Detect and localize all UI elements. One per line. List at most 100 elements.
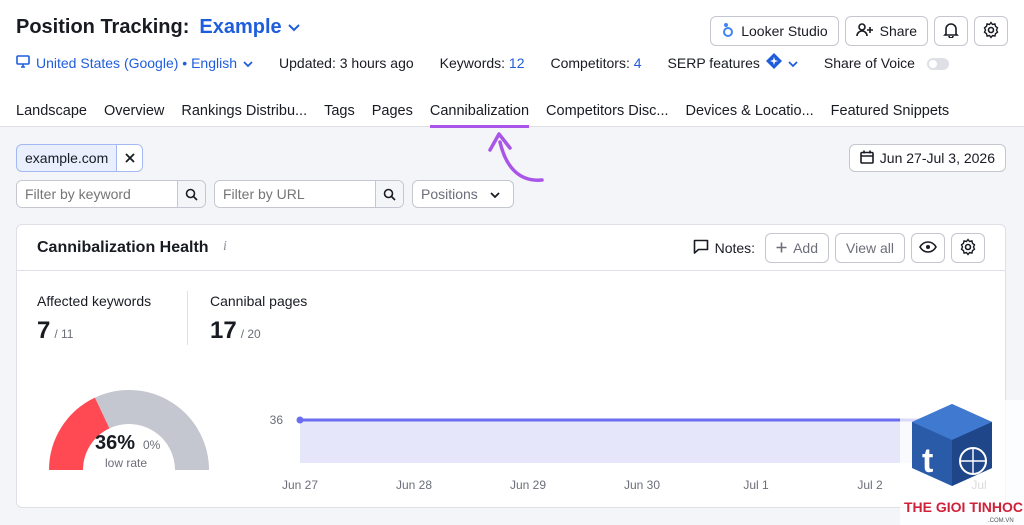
add-note-button[interactable]: Add bbox=[765, 233, 829, 263]
location-selector[interactable]: United States (Google) • English bbox=[16, 55, 253, 71]
gear-icon bbox=[959, 237, 977, 259]
x-tick-label: Jul 2 bbox=[857, 478, 883, 492]
serp-features-label: SERP features bbox=[667, 54, 760, 71]
search-icon[interactable] bbox=[177, 181, 205, 207]
close-icon[interactable] bbox=[116, 145, 143, 171]
top-bar: Position Tracking: Example Looker Studio… bbox=[0, 0, 1024, 128]
cannibalization-health-card: Cannibalization Health i Notes: Add View… bbox=[16, 224, 1006, 508]
share-label: Share bbox=[879, 23, 917, 39]
visibility-button[interactable] bbox=[911, 233, 945, 263]
gear-icon bbox=[982, 20, 1000, 42]
notifications-button[interactable] bbox=[934, 16, 968, 46]
keywords-stat: Keywords: 12 bbox=[440, 55, 525, 71]
x-tick-label: Jun 28 bbox=[396, 478, 432, 492]
updated-text: Updated: 3 hours ago bbox=[279, 54, 414, 71]
card-title: Cannibalization Health bbox=[37, 239, 209, 256]
tab-tags[interactable]: Tags bbox=[324, 103, 355, 128]
meta-row: United States (Google) • English Updated… bbox=[16, 53, 1006, 72]
looker-studio-label: Looker Studio bbox=[741, 23, 828, 39]
competitors-count[interactable]: 4 bbox=[634, 55, 642, 71]
notes-label: Notes: bbox=[714, 240, 756, 256]
positions-label: Positions bbox=[421, 186, 478, 202]
competitors-stat: Competitors: 4 bbox=[551, 55, 642, 71]
date-range-label: Jun 27-Jul 3, 2026 bbox=[879, 150, 995, 166]
view-all-label: View all bbox=[846, 240, 894, 256]
cannibal-pages-total: / 20 bbox=[240, 327, 261, 341]
stat-divider bbox=[187, 291, 188, 345]
svg-text:t: t bbox=[922, 442, 933, 480]
notes-label-wrap: Notes: bbox=[693, 239, 755, 257]
keywords-count[interactable]: 12 bbox=[509, 55, 525, 71]
affected-keywords-value: 7 bbox=[37, 317, 51, 344]
cannibal-pages-label: Cannibal pages bbox=[210, 293, 308, 309]
add-user-icon bbox=[855, 22, 874, 40]
view-all-button[interactable]: View all bbox=[835, 233, 905, 263]
svg-text:THE GIOI TINHOC: THE GIOI TINHOC bbox=[904, 499, 1023, 515]
calendar-icon bbox=[859, 150, 874, 167]
affected-keywords-stat: Affected keywords 7/ 11 bbox=[37, 293, 151, 345]
tab-landscape[interactable]: Landscape bbox=[16, 103, 87, 128]
card-header: Cannibalization Health i Notes: Add View… bbox=[17, 225, 1005, 271]
tab-competitors-discovery[interactable]: Competitors Disc... bbox=[546, 103, 668, 128]
domain-chip[interactable]: example.com bbox=[16, 144, 144, 172]
tab-bar: Landscape Overview Rankings Distribu... … bbox=[16, 103, 966, 128]
affected-keywords-total: / 11 bbox=[54, 327, 74, 341]
cannibalization-trend-chart: 36Jun 27Jun 28Jun 29Jun 30Jul 1Jul 2Jul … bbox=[270, 413, 987, 492]
comment-icon bbox=[693, 239, 709, 257]
url-filter bbox=[214, 180, 404, 208]
competitors-label: Competitors: bbox=[550, 54, 630, 71]
bell-icon bbox=[943, 22, 959, 41]
tab-devices-locations[interactable]: Devices & Locatio... bbox=[686, 103, 814, 128]
chevron-down-icon bbox=[490, 186, 500, 202]
chevron-down-icon[interactable] bbox=[287, 19, 300, 37]
plus-icon bbox=[776, 240, 787, 256]
arrow-annotation-icon bbox=[488, 132, 544, 182]
page-title: Position Tracking: bbox=[16, 16, 190, 38]
x-tick-label: Jun 30 bbox=[624, 478, 660, 492]
info-icon[interactable]: i bbox=[223, 239, 227, 255]
share-button[interactable]: Share bbox=[844, 16, 928, 46]
project-selector[interactable]: Example bbox=[199, 16, 281, 39]
chart-area bbox=[300, 420, 984, 463]
date-range-button[interactable]: Jun 27-Jul 3, 2026 bbox=[848, 144, 1006, 172]
x-tick-label: Jul 1 bbox=[743, 478, 769, 492]
chevron-down-icon bbox=[243, 55, 253, 71]
keyword-filter-input[interactable] bbox=[17, 181, 177, 207]
location-label: United States (Google) • English bbox=[36, 54, 238, 71]
tab-featured-snippets[interactable]: Featured Snippets bbox=[831, 103, 950, 128]
looker-icon bbox=[721, 22, 735, 41]
tab-cannibalization[interactable]: Cannibalization bbox=[429, 103, 530, 128]
x-tick-label: Jun 27 bbox=[282, 478, 318, 492]
tab-pages[interactable]: Pages bbox=[372, 103, 413, 128]
cannibal-pages-value-wrap: 17/ 20 bbox=[210, 317, 307, 345]
search-icon[interactable] bbox=[375, 181, 403, 207]
looker-studio-button[interactable]: Looker Studio bbox=[710, 16, 839, 46]
diamond-icon bbox=[765, 53, 782, 72]
svg-text:.COM.VN: .COM.VN bbox=[988, 518, 1014, 524]
affected-keywords-label: Affected keywords bbox=[37, 293, 152, 309]
watermark-logo: t THE GIOI TINHOC .COM.VN bbox=[900, 400, 1024, 525]
chart-point[interactable] bbox=[296, 416, 304, 424]
affected-keywords-value-wrap: 7/ 11 bbox=[37, 317, 151, 345]
share-of-voice-toggle[interactable]: Share of Voice bbox=[824, 55, 949, 71]
card-settings-button[interactable] bbox=[951, 233, 985, 263]
eye-icon bbox=[919, 240, 937, 256]
toggle-switch[interactable] bbox=[926, 57, 949, 70]
header-actions: Looker Studio Share bbox=[710, 16, 1008, 46]
monitor-icon bbox=[16, 54, 30, 71]
page-header: Position Tracking: Example bbox=[16, 16, 300, 39]
positions-dropdown[interactable]: Positions bbox=[412, 180, 514, 208]
search-row: Positions bbox=[16, 180, 514, 208]
url-filter-input[interactable] bbox=[215, 181, 375, 207]
cannibal-pages-value: 17 bbox=[210, 317, 237, 344]
add-note-label: Add bbox=[793, 240, 818, 256]
gauge-change: 0% bbox=[143, 438, 161, 452]
cannibal-pages-stat: Cannibal pages 17/ 20 bbox=[210, 293, 307, 345]
chevron-down-icon bbox=[788, 55, 798, 71]
settings-button[interactable] bbox=[974, 16, 1008, 46]
gauge-percent: 36% bbox=[95, 432, 136, 454]
tab-overview[interactable]: Overview bbox=[104, 103, 164, 128]
tab-rankings-distribution[interactable]: Rankings Distribu... bbox=[181, 103, 307, 128]
serp-features-selector[interactable]: SERP features bbox=[668, 53, 798, 72]
y-tick-label: 36 bbox=[270, 413, 284, 427]
